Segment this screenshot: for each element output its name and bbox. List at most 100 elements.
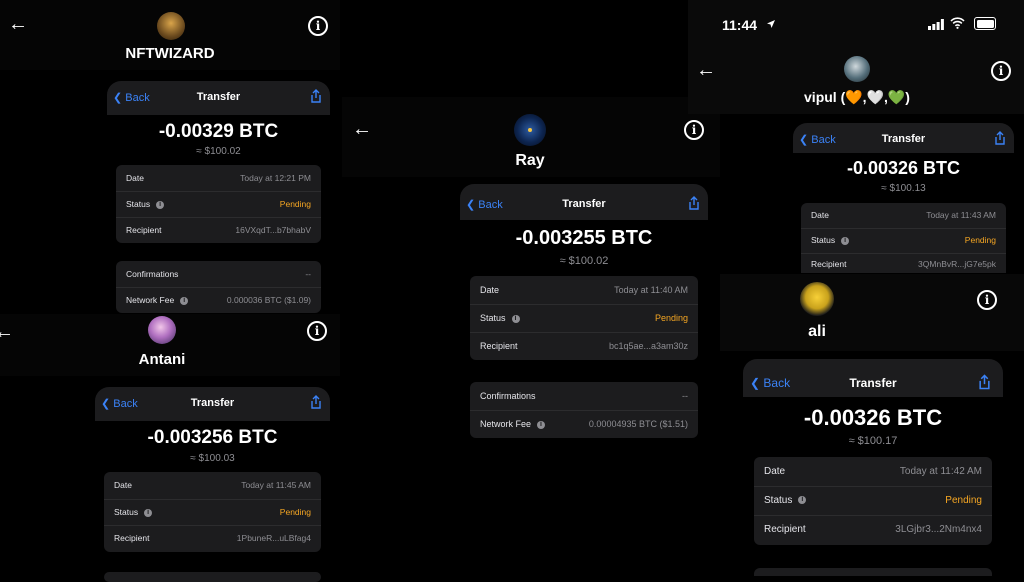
usd-amount: ≈ $100.13 xyxy=(881,183,926,194)
sheet-title: Transfer xyxy=(196,91,241,103)
share-icon[interactable] xyxy=(978,374,991,395)
share-icon[interactable] xyxy=(310,395,322,414)
contact-name: NFTWIZARD xyxy=(125,45,215,62)
info-icon[interactable]: i xyxy=(977,290,997,310)
contact-name: ali xyxy=(808,323,826,340)
sheet-title: Transfer xyxy=(881,133,926,145)
contact-header-antani: ← Antani i xyxy=(0,314,340,376)
recipient-value[interactable]: 3LGjbr3...2Nm4nx4 xyxy=(895,524,982,535)
share-icon[interactable] xyxy=(688,196,700,215)
fee-info-icon[interactable]: i xyxy=(180,296,189,305)
confirmations-row: Confirmations -- xyxy=(470,382,698,411)
transfer-sheet-ray: ❮ Back Transfer -0.003255 BTC ≈ $100.02 … xyxy=(460,184,708,444)
usd-amount: ≈ $100.17 xyxy=(848,435,898,447)
usd-amount: ≈ $100.03 xyxy=(190,453,235,464)
info-icon[interactable]: i xyxy=(991,61,1011,81)
sheet-nav: ❮ Back Transfer xyxy=(793,123,1014,157)
info-icon[interactable]: i xyxy=(308,16,328,36)
date-value: Today at 11:40 AM xyxy=(614,285,688,295)
sheet-nav: ❮ Back Transfer xyxy=(107,81,330,115)
recipient-value[interactable]: 1PbuneR...uLBfag4 xyxy=(237,533,311,543)
sheet-nav: ❮ Back Transfer xyxy=(743,359,1003,393)
avatar xyxy=(844,56,870,82)
sheet-nav: ❮ Back Transfer xyxy=(95,387,330,421)
date-row: Date Today at 12:21 PM xyxy=(116,165,321,192)
transfer-sheet-nftwizard: ❮ Back Transfer -0.00329 BTC ≈ $100.02 D… xyxy=(107,81,330,313)
details-panel: Date Today at 11:43 AM Status i Pending R… xyxy=(801,203,1006,273)
network-fee-row: Network Fee i 0.00004935 BTC ($1.51) xyxy=(480,419,688,429)
status-badge: Pending xyxy=(654,313,688,323)
avatar xyxy=(157,12,185,40)
confirmations-row: Confirmations -- xyxy=(116,261,321,288)
transfer-sheet-antani: ❮ Back Transfer -0.003256 BTC ≈ $100.03 … xyxy=(95,387,330,582)
fee-panel: Confirmations -- Network Fee i 0.000036 B… xyxy=(116,261,321,313)
contact-name: vipul (🧡,🤍,💚) xyxy=(804,89,910,105)
details-panel: Date Today at 11:42 AM Status i Pending R… xyxy=(754,457,992,545)
transfer-amount: -0.00329 BTC xyxy=(158,121,279,142)
date-value: Today at 12:21 PM xyxy=(240,173,311,183)
date-row: Date Today at 11:40 AM xyxy=(470,276,698,305)
status-row: Status i Pending xyxy=(801,228,1006,254)
recipient-value[interactable]: 16VXqdT...b7bhabV xyxy=(235,225,311,235)
battery-icon xyxy=(974,17,996,30)
contact-name: Ray xyxy=(515,152,545,169)
status-time: 11:44 xyxy=(722,17,758,33)
fee-panel xyxy=(104,572,321,582)
info-icon[interactable]: i xyxy=(307,321,327,341)
sheet-title: Transfer xyxy=(562,198,606,210)
recipient-value[interactable]: 3QMnBvR...jG7e5pk xyxy=(918,259,996,269)
details-panel: Date Today at 12:21 PM Status i Pending R… xyxy=(116,165,321,243)
sheet-nav: ❮ Back Transfer xyxy=(460,184,708,218)
date-row: Date Today at 11:42 AM xyxy=(754,457,992,487)
status-row: Status i Pending xyxy=(470,304,698,333)
status-info-icon[interactable]: i xyxy=(841,236,850,245)
contact-header-vipul: 11:44 ← vipul (🧡,🤍,💚) i xyxy=(688,0,1024,114)
fee-panel: Confirmations -- Network Fee i 0.00004935… xyxy=(470,382,698,438)
recipient-row: Recipient 3LGjbr3...2Nm4nx4 xyxy=(764,524,982,535)
share-icon[interactable] xyxy=(994,131,1006,150)
status-row: Status i Pending xyxy=(104,499,321,526)
status-info-icon[interactable]: i xyxy=(156,200,165,209)
recipient-value[interactable]: bc1q5ae...a3am30z xyxy=(609,341,688,351)
details-panel: Date Today at 11:45 AM Status i Pending R… xyxy=(104,472,321,552)
fee-info-icon[interactable]: i xyxy=(537,420,546,429)
status-badge: Pending xyxy=(279,507,311,517)
status-row: Status i Pending xyxy=(754,486,992,516)
sheet-title: Transfer xyxy=(849,376,897,390)
recipient-row: Recipient 1PbuneR...uLBfag4 xyxy=(114,533,311,543)
recipient-row: Recipient 16VXqdT...b7bhabV xyxy=(126,225,311,235)
status-info-icon[interactable]: i xyxy=(511,314,520,323)
info-icon[interactable]: i xyxy=(684,120,704,140)
location-arrow-icon xyxy=(767,20,775,28)
transfer-amount: -0.00326 BTC xyxy=(803,405,943,430)
date-value: Today at 11:42 AM xyxy=(899,466,982,477)
status-info-icon[interactable]: i xyxy=(144,508,153,517)
wifi-icon xyxy=(950,17,965,29)
back-arrow-icon[interactable]: ← xyxy=(352,119,372,139)
transfer-sheet-vipul: ❮ Back Transfer -0.00326 BTC ≈ $100.13 D… xyxy=(793,123,1014,273)
date-value: Today at 11:43 AM xyxy=(926,210,996,220)
usd-amount: ≈ $100.02 xyxy=(196,146,241,157)
transfer-amount: -0.003255 BTC xyxy=(515,227,653,249)
fee-panel xyxy=(754,568,992,576)
back-arrow-icon[interactable]: ← xyxy=(0,322,14,342)
status-badge: Pending xyxy=(279,199,311,209)
transfer-amount: -0.00326 BTC xyxy=(846,158,961,178)
date-row: Date Today at 11:43 AM xyxy=(801,203,1006,229)
status-badge: Pending xyxy=(964,235,996,245)
transfer-amount: -0.003256 BTC xyxy=(147,427,278,448)
status-info-icon[interactable]: i xyxy=(798,496,807,505)
back-arrow-icon[interactable]: ← xyxy=(696,60,716,80)
signal-icon xyxy=(928,19,944,30)
share-icon[interactable] xyxy=(310,89,322,108)
date-row: Date Today at 11:45 AM xyxy=(104,472,321,500)
details-panel: Date Today at 11:40 AM Status i Pending R… xyxy=(470,276,698,360)
status-row: Status i Pending xyxy=(116,191,321,218)
avatar xyxy=(800,282,834,316)
avatar xyxy=(148,316,176,344)
contact-name: Antani xyxy=(138,351,186,368)
date-value: Today at 11:45 AM xyxy=(241,480,311,490)
contact-header-ray: ← Ray i xyxy=(342,97,720,177)
back-arrow-icon[interactable]: ← xyxy=(8,14,28,34)
recipient-row: Recipient bc1q5ae...a3am30z xyxy=(480,341,688,351)
